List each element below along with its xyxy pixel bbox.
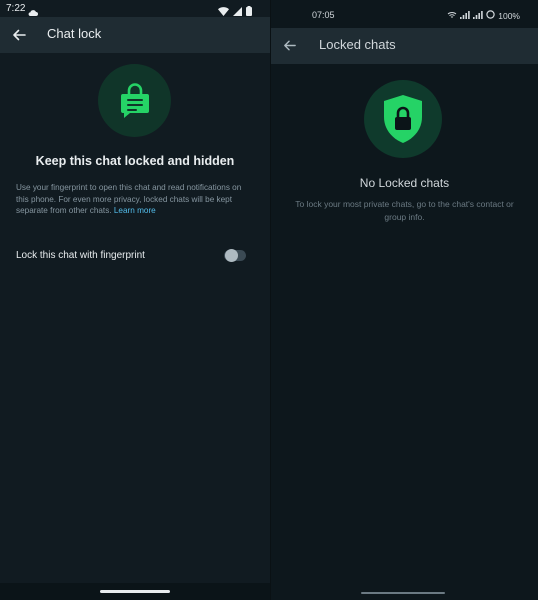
back-arrow-icon[interactable] [11,27,27,43]
page-title: Locked chats [319,37,396,52]
wifi-icon [447,11,457,21]
learn-more-link[interactable]: Learn more [114,206,156,215]
status-time: 07:05 [312,10,335,20]
description: To lock your most private chats, go to t… [295,199,514,222]
locked-chats-screen: 07:05 100% Locked chats No Locked chats … [271,0,538,600]
chat-lock-screen: 7:22 Chat lock Keep this chat locked and… [0,0,270,600]
chat-lock-icon [98,64,171,137]
app-bar: Chat lock [0,17,270,53]
signal-icon [460,10,470,21]
status-icons: 100% [447,10,520,21]
toggle-knob [225,249,238,262]
lock-fingerprint-toggle[interactable] [224,249,246,262]
shield-lock-icon [364,80,442,158]
back-arrow-icon[interactable] [282,38,297,53]
description: Use your fingerprint to open this chat a… [16,182,256,217]
lock-with-fingerprint-label: Lock this chat with fingerprint [16,250,145,261]
page-title: Chat lock [47,26,102,41]
navigation-bar [271,583,538,600]
navigation-bar [0,583,270,600]
status-bar: 7:22 [0,0,270,17]
status-bar: 07:05 100% [271,0,538,28]
home-gesture-bar[interactable] [100,590,170,593]
heading: Keep this chat locked and hidden [35,154,235,168]
app-bar: Locked chats [271,28,538,64]
signal-icon-2 [473,10,483,21]
home-gesture-bar[interactable] [361,592,445,594]
status-time: 7:22 [6,3,26,14]
battery-percent: 100% [498,10,520,21]
heading: No Locked chats [359,176,450,190]
battery-icon [486,10,495,21]
